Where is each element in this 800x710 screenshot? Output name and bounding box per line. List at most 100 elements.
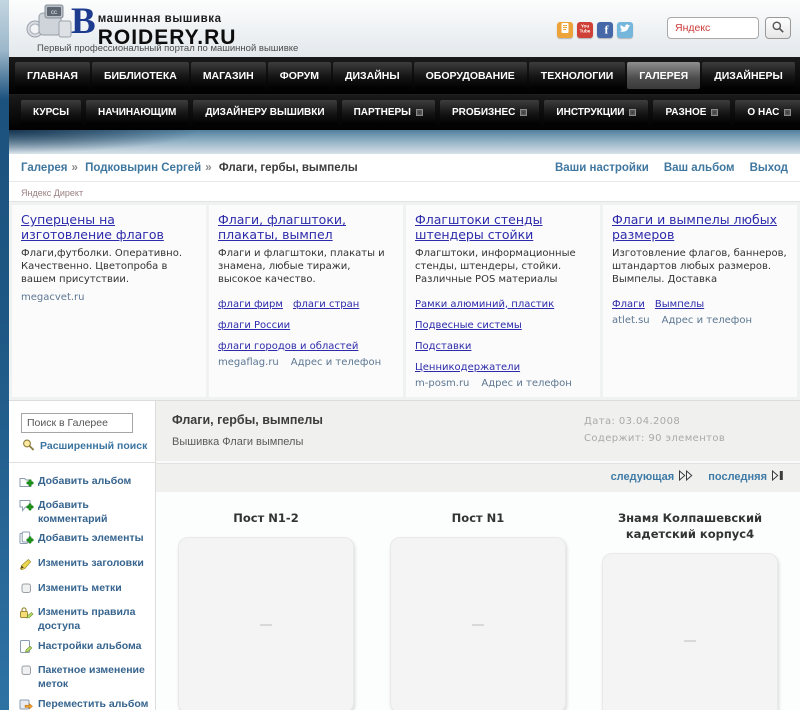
ad-contact-link[interactable]: Адрес и телефон (662, 315, 752, 326)
breadcrumb-row: Галерея» Подковырин Сергей» Флаги, гербы… (9, 154, 800, 182)
svg-text:f: f (605, 22, 610, 36)
nav-item[interactable]: НАЧИНАЮЩИМ (86, 100, 189, 125)
ad-domain-link[interactable]: atlet.su (612, 315, 650, 326)
next-page-icon (678, 469, 694, 484)
ad-sublink[interactable]: флаги фирм (218, 299, 283, 310)
social-icon[interactable] (557, 22, 573, 38)
blog-icon (557, 20, 573, 41)
nav-item[interactable]: ПАРТНЕРЫ (341, 100, 435, 125)
dropdown-indicator-icon (520, 109, 528, 116)
nav-item[interactable]: КУРСЫ (21, 100, 82, 125)
album-date: Дата: 03.04.2008 (584, 415, 681, 427)
gallery-item-image[interactable] (390, 536, 566, 710)
gallery-sidebar: Расширенный поиск Добавить альбом Добави… (9, 400, 155, 710)
pagination-row: следующая последняя (156, 460, 800, 492)
nav-item[interactable]: РАЗНОЕ (653, 100, 731, 125)
album-title: Флаги, гербы, вымпелы (172, 412, 323, 427)
nav-item[interactable]: БИБЛИОТЕКА (91, 62, 189, 89)
move-album-icon (18, 697, 34, 710)
gallery-grid: Пост N1-2 Дата: 10.06.2015 Новый « опера… (156, 491, 800, 710)
nav-item[interactable]: ГЛАВНАЯ (15, 62, 90, 89)
svg-text:Tube: Tube (580, 28, 591, 33)
ad-sublink[interactable]: флаги России (218, 320, 290, 331)
ad-sublinks: флаги фирм флаги странфлаги России флаги г… (218, 292, 394, 355)
ad-domain-link[interactable]: megaflag.ru (218, 357, 279, 368)
svg-text:cc: cc (51, 10, 57, 16)
ad-sublink[interactable]: Ценникодержатели (415, 362, 520, 373)
breadcrumb-separator: » (205, 162, 212, 174)
ad-title-link[interactable]: Суперцены на изготовление флагов (21, 212, 197, 242)
nav-item[interactable]: ИНСТРУКЦИИ (544, 100, 649, 125)
user-link[interactable]: Ваши настройки (555, 162, 649, 174)
social-icon[interactable]: You Tube (577, 22, 593, 38)
sidebar-action[interactable]: Добавить элементы (16, 529, 152, 554)
nav-item[interactable]: ТЕХНОЛОГИИ (528, 62, 626, 89)
gallery-item-title[interactable]: Знамя Колпашевский кадетский корпус4 (604, 510, 776, 542)
ad-title-link[interactable]: Флаги, флагштоки, плакаты, вымпел (218, 212, 394, 242)
sidebar-action[interactable]: Добавить альбом (16, 472, 152, 497)
sidebar-action[interactable]: Добавить комментарий (16, 496, 152, 529)
sidebar-actions: Добавить альбом Добавить комментарий Доб… (9, 472, 155, 710)
advanced-search-link[interactable]: Расширенный поиск (21, 438, 155, 455)
gallery-item-title[interactable]: Пост N1-2 (180, 510, 352, 526)
ad-sublink[interactable]: флаги стран (293, 299, 359, 310)
pagination-next-link[interactable]: следующая (611, 469, 695, 484)
ad-sublink[interactable]: Рамки алюминий, пластик (415, 299, 554, 310)
breadcrumb-item: Флаги, гербы, вымпелы (218, 162, 358, 174)
ad-card: Суперцены на изготовление флагов Флаги,ф… (12, 205, 206, 397)
logo[interactable]: B машинная вышивка ROIDERY.RU (71, 3, 236, 48)
search-icon (21, 438, 36, 455)
ad-domain-link[interactable]: m-posm.ru (415, 378, 469, 389)
sidebar-action[interactable]: Изменить метки (16, 579, 152, 604)
gallery-content: Флаги, гербы, вымпелы Вышивка Флаги вымп… (155, 400, 800, 710)
ads-band: Суперцены на изготовление флагов Флаги,ф… (9, 201, 800, 401)
nav-item[interactable]: ДИЗАЙНЕРЫ (702, 62, 795, 89)
magnifier-icon (771, 20, 785, 37)
ad-contact-link[interactable]: Адрес и телефон (291, 357, 381, 368)
sidebar-action[interactable]: Изменить заголовки (16, 554, 152, 579)
nav-item[interactable]: ГАЛЕРЕЯ (627, 62, 701, 89)
sidebar-action[interactable]: Изменить правила доступа (16, 603, 152, 636)
social-icon[interactable] (617, 22, 633, 38)
tags-icon (18, 581, 34, 601)
user-link[interactable]: Ваш альбом (664, 162, 735, 174)
sidebar-action[interactable]: Пакетное изменение меток (16, 661, 152, 694)
ad-sublink[interactable]: Флаги (612, 299, 645, 310)
nav-item[interactable]: ДИЗАЙНЫ (333, 62, 412, 89)
pagination-last-link[interactable]: последняя (708, 469, 784, 484)
logo-top-text: машинная вышивка (97, 13, 222, 25)
gallery-item-image[interactable] (178, 536, 354, 710)
ad-title-link[interactable]: Флаги и вымпелы любых размеров (612, 212, 788, 242)
gallery-item-title[interactable]: Пост N1 (392, 510, 564, 526)
search-button[interactable] (765, 17, 791, 39)
ad-contact-link[interactable]: Адрес и телефон (481, 378, 571, 389)
social-icon[interactable]: f (597, 22, 613, 38)
sidebar-action[interactable]: Настройки альбома (16, 637, 152, 662)
ad-sublink[interactable]: Подставки (415, 341, 471, 352)
user-link[interactable]: Выход (750, 162, 788, 174)
ad-domain-link[interactable]: megacvet.ru (21, 292, 85, 303)
ad-title-link[interactable]: Флагштоки стенды штендеры стойки (415, 212, 591, 242)
header-search (667, 17, 791, 39)
gallery-item: Пост N1-2 Дата: 10.06.2015 Новый « опера… (160, 494, 372, 710)
album-add-icon (18, 474, 34, 494)
nav-item[interactable]: ФОРУМ (267, 62, 332, 89)
ad-body-text: Изготовление флагов, баннеров, штандарто… (612, 248, 787, 286)
nav-item[interactable]: МАГАЗИН (190, 62, 266, 89)
ad-sublink[interactable]: флаги городов и областей (218, 341, 358, 352)
gallery-search-input[interactable] (21, 412, 133, 433)
nav-item[interactable]: PROБИЗНЕС (439, 100, 540, 125)
nav-item[interactable]: ДИЗАЙНЕРУ ВЫШИВКИ (193, 100, 337, 125)
yandex-search-input[interactable] (667, 17, 759, 39)
ad-body-text: Флаги,футболки. Оперативно. Качественно.… (21, 248, 183, 286)
sidebar-action[interactable]: Переместить альбом (16, 695, 152, 710)
site-header: cc B машинная вышивка ROIDERY.RU Первый … (9, 0, 800, 57)
ad-sublink[interactable]: Подвесные системы (415, 320, 522, 331)
left-edge-strip (0, 0, 9, 710)
gallery-item-image[interactable] (602, 552, 778, 710)
comment-add-icon (18, 498, 34, 518)
last-page-icon (771, 469, 784, 484)
nav-item[interactable]: ОБОРУДОВАНИЕ (413, 62, 527, 89)
nav-item[interactable]: О НАС (735, 100, 800, 125)
ad-sublink[interactable]: Вымпелы (655, 299, 704, 310)
